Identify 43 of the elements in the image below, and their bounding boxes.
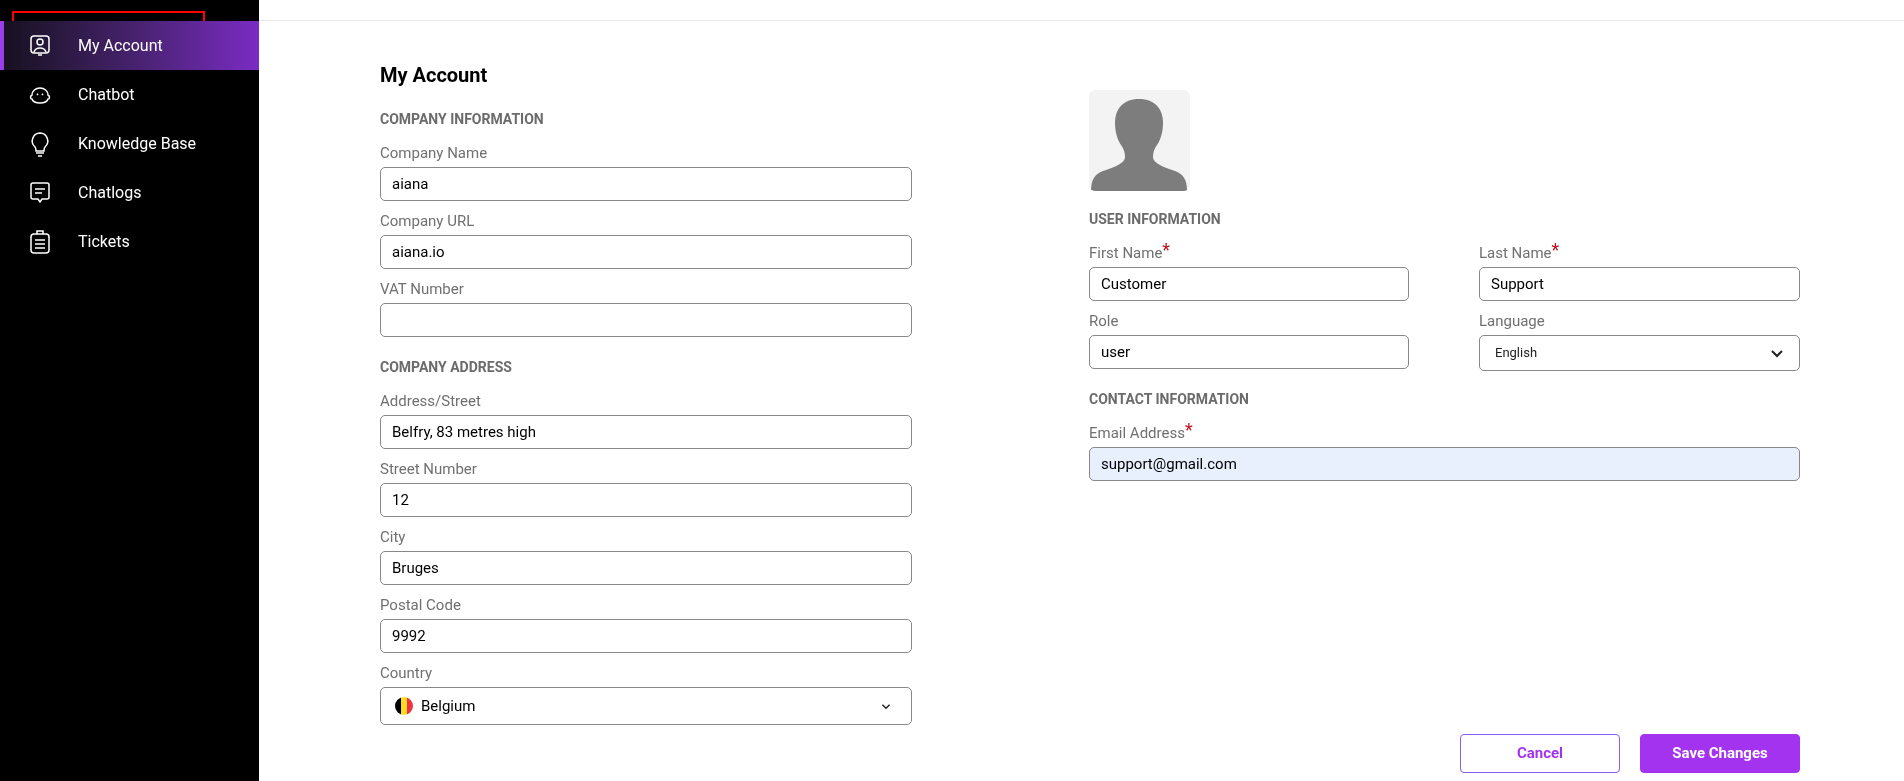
- field-label: Street Number: [380, 459, 478, 479]
- required-asterisk: *: [1551, 239, 1560, 260]
- account-icon: [29, 33, 51, 58]
- field-label: City: [380, 527, 407, 547]
- chevron-down-icon: [881, 702, 891, 710]
- text-field[interactable]: 9992: [380, 619, 912, 653]
- text-field[interactable]: Bruges: [380, 551, 912, 585]
- text-field[interactable]: aiana: [380, 167, 912, 201]
- section-heading: COMPANY INFORMATION: [380, 110, 545, 129]
- country-dropdown[interactable]: Belgium: [380, 687, 912, 725]
- page-title: My Account: [380, 62, 489, 89]
- section-heading: USER INFORMATION: [1089, 210, 1222, 229]
- field-label: Country: [380, 663, 434, 683]
- field-label: Company URL: [380, 211, 476, 231]
- cancel-button[interactable]: Cancel: [1460, 734, 1620, 773]
- field-label: Role: [1089, 311, 1120, 331]
- text-field[interactable]: Support: [1479, 267, 1800, 301]
- required-asterisk: *: [1162, 239, 1171, 260]
- field-label: Postal Code: [380, 595, 462, 615]
- text-field[interactable]: [380, 303, 912, 337]
- section-heading: CONTACT INFORMATION: [1089, 390, 1250, 409]
- sidebar-item[interactable]: My Account: [0, 21, 259, 70]
- language-dropdown[interactable]: English: [1479, 335, 1800, 371]
- text-field[interactable]: Customer: [1089, 267, 1409, 301]
- text-field[interactable]: 12: [380, 483, 912, 517]
- field-label: Language: [1479, 311, 1546, 331]
- save-button[interactable]: Save Changes: [1640, 734, 1800, 773]
- text-field[interactable]: Belfry, 83 metres high: [380, 415, 912, 449]
- chat-icon: [29, 180, 51, 205]
- text-field[interactable]: user: [1089, 335, 1409, 369]
- field-label: VAT Number: [380, 279, 465, 299]
- section-heading: COMPANY ADDRESS: [380, 358, 513, 377]
- chevron-down-icon: [1770, 348, 1784, 358]
- required-asterisk: *: [1184, 419, 1193, 440]
- text-field[interactable]: support@gmail.com: [1089, 447, 1800, 481]
- flag-icon: [395, 697, 413, 715]
- lightbulb-icon: [30, 130, 50, 157]
- bot-icon: [28, 85, 52, 104]
- field-label: Company Name: [380, 143, 489, 163]
- clipboard-icon: [29, 228, 51, 255]
- active-indicator: [0, 21, 4, 70]
- text-field[interactable]: aiana.io: [380, 235, 912, 269]
- field-label: Address/Street: [380, 391, 482, 411]
